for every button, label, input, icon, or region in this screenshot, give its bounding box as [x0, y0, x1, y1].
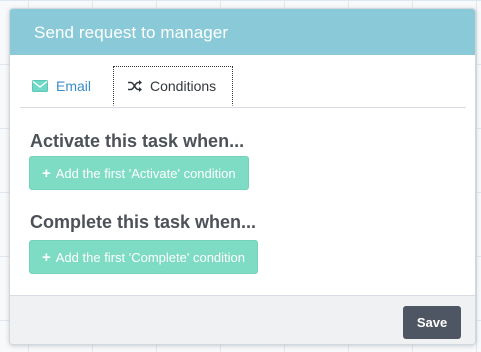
add-complete-condition-label: Add the first 'Complete' condition	[55, 249, 245, 265]
dialog-header: Send request to manager	[10, 9, 475, 55]
dialog-title: Send request to manager	[34, 23, 229, 42]
tab-conditions[interactable]: Conditions	[113, 66, 233, 106]
save-button[interactable]: Save	[403, 306, 461, 339]
tab-email-label: Email	[56, 78, 92, 94]
activate-heading: Activate this task when...	[30, 131, 245, 151]
add-activate-condition-button[interactable]: + Add the first 'Activate' condition	[29, 156, 249, 190]
tab-bar: Email Conditions	[20, 66, 466, 108]
add-complete-condition-button[interactable]: + Add the first 'Complete' condition	[29, 240, 258, 274]
plus-icon: +	[42, 248, 51, 266]
envelope-icon	[32, 80, 48, 92]
plus-icon: +	[42, 164, 51, 182]
tab-email[interactable]: Email	[32, 66, 91, 106]
complete-heading: Complete this task when...	[30, 212, 257, 232]
dialog-footer: Save	[10, 295, 475, 344]
add-activate-condition-label: Add the first 'Activate' condition	[55, 165, 236, 181]
shuffle-icon	[128, 80, 142, 92]
task-dialog: Send request to manager Email Conditions…	[9, 8, 476, 345]
tab-conditions-label: Conditions	[150, 78, 217, 94]
